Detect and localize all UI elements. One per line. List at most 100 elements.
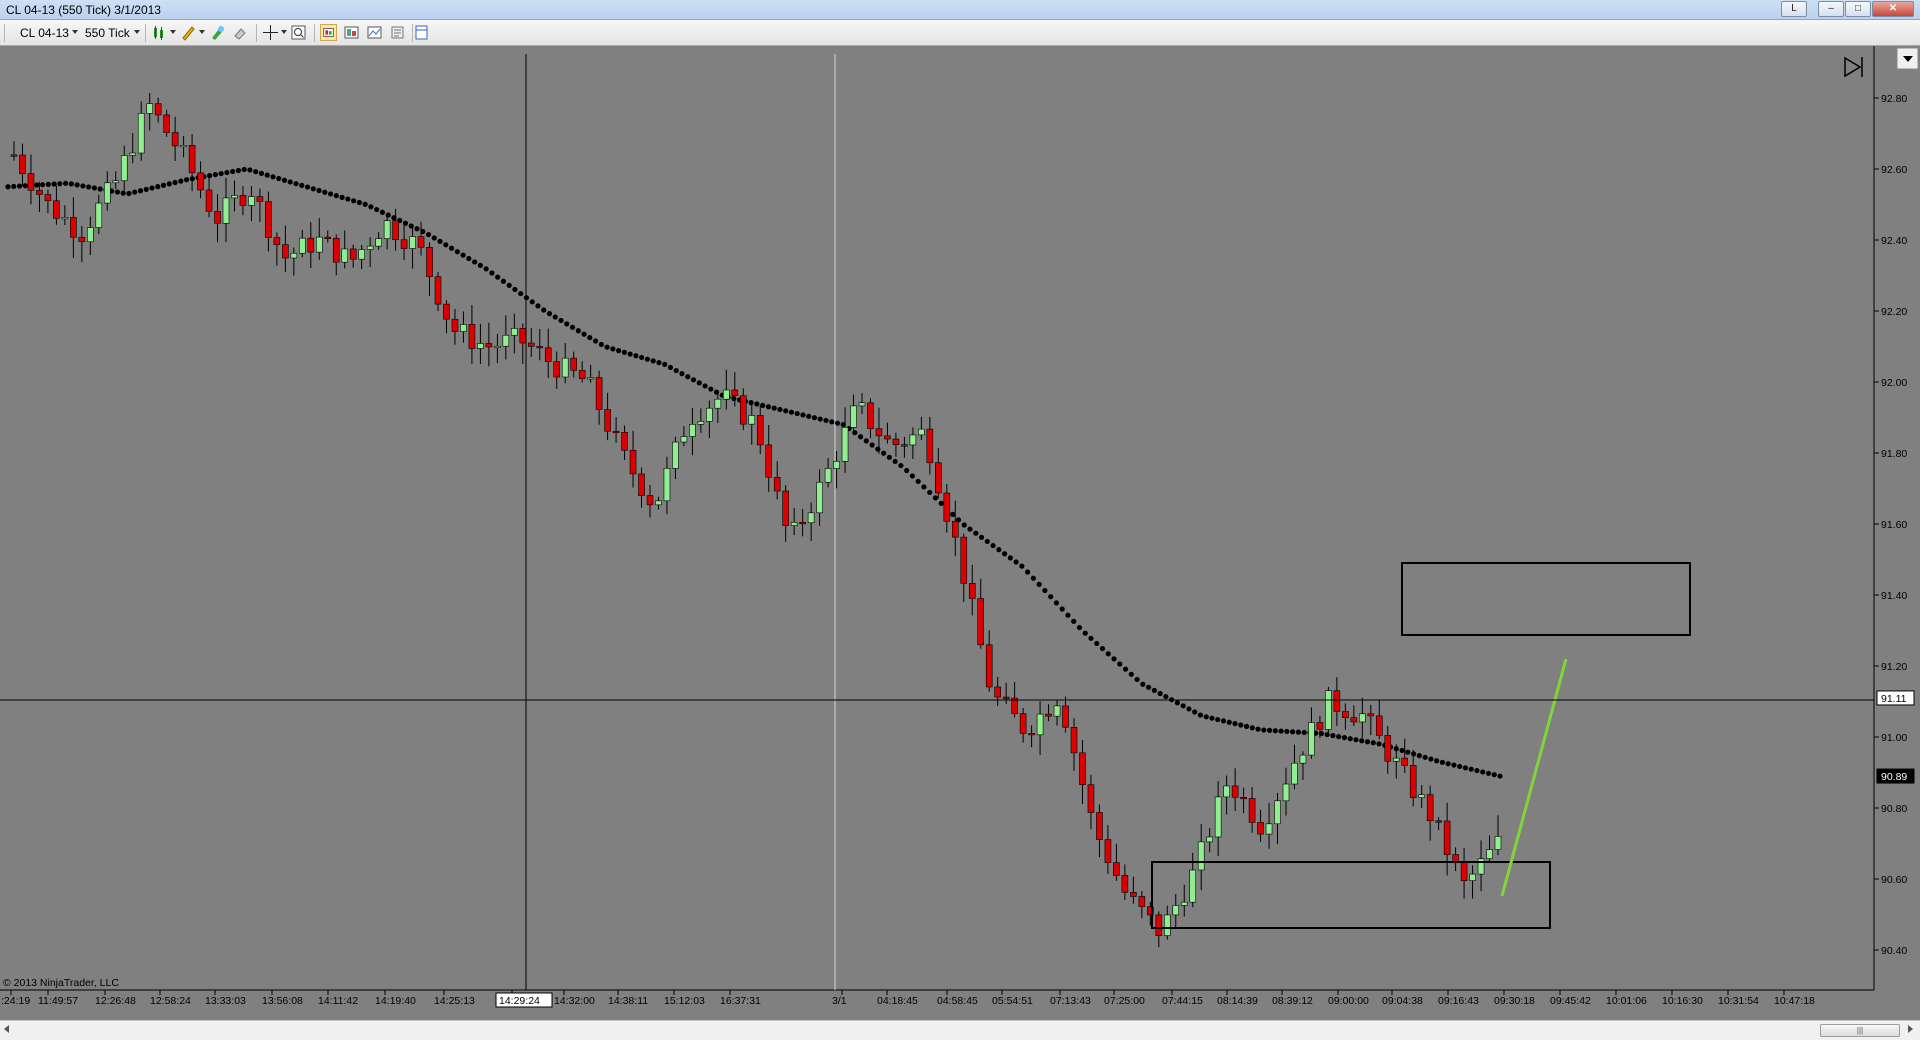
interval-selector[interactable]: 550 Tick — [85, 26, 130, 40]
sma-dot — [114, 189, 121, 195]
sma-dot — [1013, 559, 1019, 565]
horizontal-scrollbar[interactable]: ||| — [0, 1020, 1920, 1040]
candle-body-up — [129, 152, 137, 156]
pencil-draw-icon[interactable] — [180, 24, 197, 41]
sma-dot — [535, 303, 541, 309]
eraser-icon[interactable] — [232, 24, 249, 41]
time-tick-label: 14:25:13 — [434, 995, 475, 1007]
sma-dot — [327, 191, 334, 197]
chart-menu-button[interactable] — [1896, 47, 1919, 70]
sma-dot — [621, 349, 627, 355]
marker-icon[interactable] — [209, 24, 226, 41]
sma-dot — [1025, 569, 1031, 575]
sma-dot — [270, 174, 276, 180]
sma-dot — [1439, 759, 1445, 765]
chevron-down-icon[interactable] — [134, 30, 140, 34]
sma-dot — [22, 183, 28, 189]
price-tick-label: 90.80 — [1881, 803, 1907, 815]
sma-dot — [287, 179, 293, 185]
candle-body-down — [1002, 696, 1010, 699]
chevron-down-icon[interactable] — [170, 30, 176, 34]
sma-dot — [1232, 721, 1238, 727]
sma-dot — [1163, 693, 1169, 700]
time-tick-label: 09:16:43 — [1438, 995, 1479, 1007]
sma-dot — [230, 168, 236, 175]
minimize-button[interactable]: – — [1818, 1, 1844, 17]
candle-body-up — [833, 461, 840, 469]
sma-dot — [368, 204, 374, 210]
time-tick-label: 10:16:30 — [1662, 995, 1703, 1007]
candle-body-down — [544, 347, 552, 362]
zoom-icon[interactable] — [290, 24, 307, 41]
close-button[interactable]: ✕ — [1872, 1, 1914, 17]
time-tick-label: 05:54:51 — [992, 995, 1033, 1007]
sma-dot — [886, 454, 892, 460]
candle-body-up — [1172, 905, 1180, 916]
sma-dot — [166, 181, 172, 187]
crosshair-icon[interactable] — [262, 24, 279, 41]
candle-body-down — [1113, 862, 1120, 876]
chevron-down-icon[interactable] — [281, 30, 287, 34]
sma-dot — [558, 317, 564, 324]
sma-dot — [984, 538, 990, 545]
sma-dot — [472, 259, 478, 265]
sma-dot — [351, 198, 357, 204]
sma-dot — [454, 249, 460, 255]
chevron-down-icon[interactable] — [72, 30, 78, 34]
sma-dot — [1480, 769, 1486, 775]
sma-dot — [881, 450, 887, 456]
sma-dot — [1238, 722, 1244, 728]
sma-dot — [1128, 671, 1134, 677]
candle-body-down — [1028, 733, 1035, 736]
sma-dot — [1036, 581, 1042, 587]
candle-body-down — [1409, 765, 1417, 798]
sma-dot — [437, 238, 443, 244]
sma-dot — [869, 442, 875, 448]
sma-dot — [466, 255, 472, 262]
candle-body-down — [349, 248, 357, 260]
candle-body-down — [485, 343, 493, 348]
sma-dot — [673, 367, 679, 374]
sma-dot — [909, 473, 916, 479]
time-tick-label: 15:12:03 — [664, 995, 705, 1007]
candle-body-up — [366, 245, 374, 250]
layout-button[interactable]: L — [1781, 1, 1807, 17]
time-tick-label: 14:11:42 — [318, 995, 358, 1007]
sma-dot — [235, 167, 242, 174]
bar-type-icon[interactable] — [151, 24, 168, 41]
sma-dot — [63, 180, 69, 186]
candle-body-down — [417, 236, 425, 248]
maximize-button[interactable]: □ — [1845, 1, 1871, 17]
sma-dot — [1203, 714, 1209, 720]
scroll-thumb[interactable]: ||| — [1820, 1024, 1900, 1037]
candle-body-up — [61, 217, 69, 220]
candle-body-down — [595, 377, 603, 410]
properties-icon[interactable] — [389, 24, 406, 41]
candle-body-up — [1180, 901, 1188, 906]
candle-body-up — [1189, 869, 1197, 903]
sma-dot — [541, 307, 547, 313]
candle-body-up — [112, 180, 120, 184]
strategy-icon[interactable] — [343, 24, 360, 41]
sma-dot — [708, 386, 714, 392]
instrument-selector[interactable]: CL 04-13 — [20, 26, 69, 40]
scroll-left-icon[interactable] — [4, 1025, 9, 1033]
sma-dot — [852, 430, 858, 436]
panel-icon[interactable] — [413, 24, 430, 41]
indicator-icon[interactable] — [366, 24, 383, 41]
sma-dot — [316, 187, 322, 194]
sma-dot — [760, 402, 766, 408]
candle-body-up — [511, 328, 518, 336]
candle-body-down — [265, 201, 272, 238]
data-box-icon[interactable] — [320, 24, 337, 41]
sma-dot — [529, 299, 535, 305]
candle-body-down — [629, 449, 637, 475]
price-chart[interactable]: 92.80 92.60 92.40 92.20 92.00 91.80 91.60 91.40… — [0, 46, 1920, 1020]
candle-body-up — [358, 249, 365, 260]
sma-dot — [996, 547, 1002, 553]
candle-body-up — [723, 389, 730, 400]
chevron-down-icon[interactable] — [199, 30, 205, 34]
scroll-right-icon[interactable] — [1908, 1025, 1913, 1033]
sma-dot — [598, 341, 604, 348]
candle-body-down — [994, 686, 1001, 698]
